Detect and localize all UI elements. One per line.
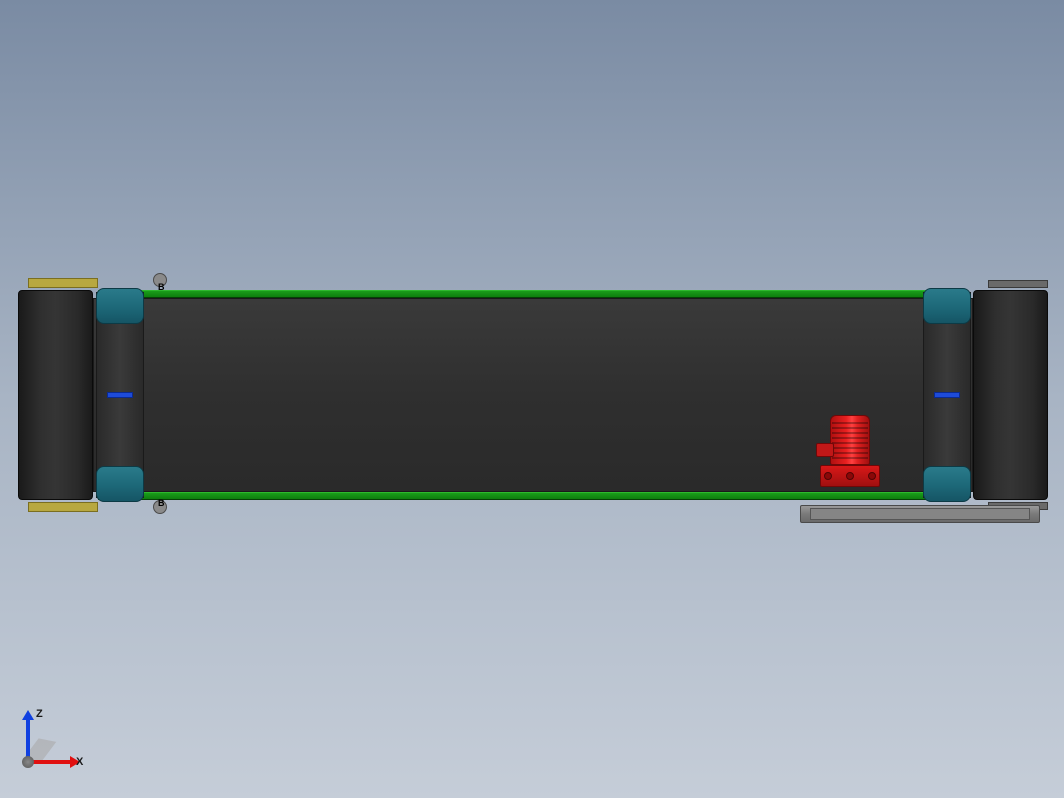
rail-top	[98, 290, 968, 298]
bearing-bottom-left	[96, 466, 144, 502]
bearing-top-left	[96, 288, 144, 324]
axis-z-icon	[26, 718, 30, 758]
motor-bolt	[824, 472, 832, 480]
center-mark-left	[107, 392, 133, 398]
axis-label-x: X	[76, 756, 83, 768]
label-bearing-top: B	[158, 282, 165, 292]
cad-viewport[interactable]: B B Z X	[0, 0, 1064, 798]
axis-x-icon	[32, 760, 72, 764]
axis-label-z: Z	[36, 708, 43, 720]
motor-bolt	[846, 472, 854, 480]
motor-bolt	[868, 472, 876, 480]
base-plate-inner	[810, 508, 1030, 520]
bearing-bottom-right	[923, 466, 971, 502]
motor-cooling-fins	[832, 419, 868, 461]
motor-junction-box	[816, 443, 834, 457]
center-mark-right	[934, 392, 960, 398]
conveyor-assembly: B B	[18, 280, 1048, 510]
tensioner-bracket-top-left	[28, 278, 98, 288]
bracket-top-right	[988, 280, 1048, 288]
end-roller-right	[973, 290, 1048, 500]
bearing-top-right	[923, 288, 971, 324]
motor-assembly	[820, 415, 880, 505]
triad-origin-icon	[22, 756, 34, 768]
tensioner-bracket-bottom-left	[28, 502, 98, 512]
end-roller-left	[18, 290, 93, 500]
coordinate-triad[interactable]: Z X	[22, 708, 82, 768]
label-bearing-bottom: B	[158, 498, 165, 508]
